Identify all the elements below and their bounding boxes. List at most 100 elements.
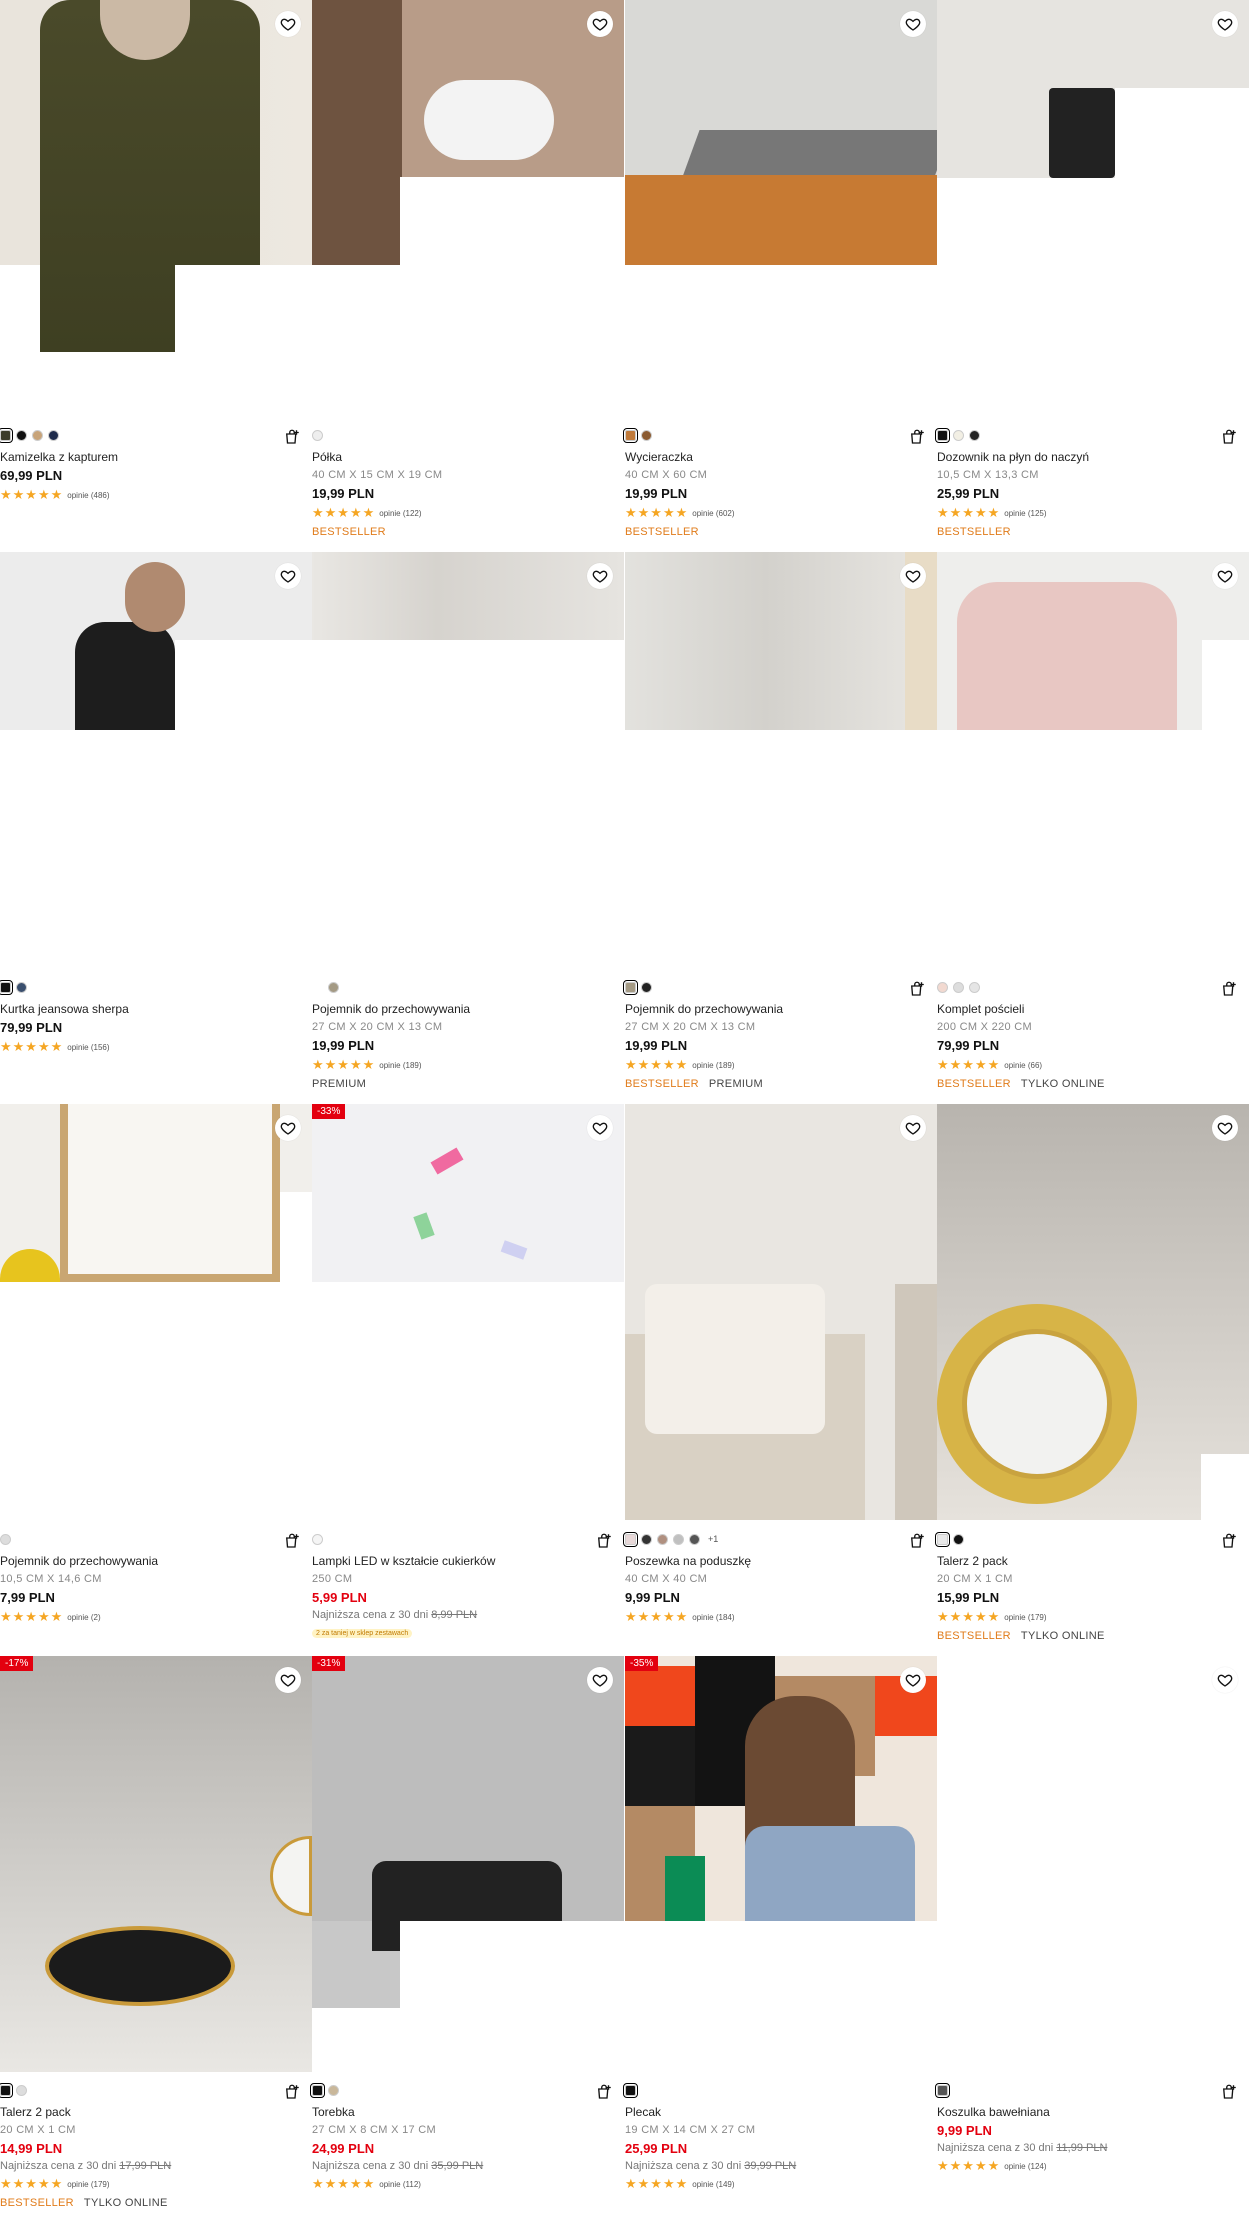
product-name[interactable]: Pojemnik do przechowywania [0,1554,312,1568]
color-swatch[interactable] [935,427,950,443]
color-swatch[interactable] [623,2082,638,2098]
add-to-cart-icon[interactable] [283,1532,301,1550]
product-name[interactable]: Talerz 2 pack [0,2105,312,2119]
review-count[interactable]: opinie (124) [1004,2162,1046,2171]
product-name[interactable]: Kamizelka z kapturem [0,450,312,464]
add-to-cart-icon[interactable] [595,1532,613,1550]
favorite-heart-icon[interactable] [1212,11,1238,37]
product-image[interactable] [312,0,624,265]
product-image[interactable] [312,552,624,640]
review-count[interactable]: opinie (156) [67,1043,109,1052]
favorite-heart-icon[interactable] [1212,1115,1238,1141]
product-image[interactable] [937,1104,1249,1520]
review-count[interactable]: opinie (2) [67,1613,100,1622]
color-swatch[interactable] [673,1533,684,1545]
color-swatch[interactable] [310,2082,325,2098]
favorite-heart-icon[interactable] [900,1115,926,1141]
color-swatch[interactable] [623,1531,638,1547]
color-swatch[interactable] [969,429,980,441]
favorite-heart-icon[interactable] [587,563,613,589]
product-image[interactable] [0,1656,312,2072]
color-swatch[interactable] [0,1533,11,1545]
favorite-heart-icon[interactable] [900,11,926,37]
product-name[interactable]: Talerz 2 pack [937,1554,1249,1568]
color-swatch[interactable] [16,429,27,441]
product-image[interactable] [312,1104,624,1282]
color-swatch[interactable] [641,1533,652,1545]
add-to-cart-icon[interactable] [283,2083,301,2101]
review-count[interactable]: opinie (66) [1004,1061,1042,1070]
favorite-heart-icon[interactable] [275,11,301,37]
add-to-cart-icon[interactable] [908,1532,926,1550]
color-swatch[interactable] [0,979,13,995]
product-name[interactable]: Wycieraczka [625,450,937,464]
color-swatch[interactable] [0,427,13,443]
add-to-cart-icon[interactable] [1220,2083,1238,2101]
review-count[interactable]: opinie (486) [67,491,109,500]
color-swatch[interactable] [0,2082,13,2098]
review-count[interactable]: opinie (184) [692,1613,734,1622]
favorite-heart-icon[interactable] [587,11,613,37]
product-name[interactable]: Półka [312,450,624,464]
review-count[interactable]: opinie (189) [379,1061,421,1070]
color-swatch[interactable] [623,427,638,443]
add-to-cart-icon[interactable] [908,980,926,998]
favorite-heart-icon[interactable] [900,1667,926,1693]
color-swatch[interactable] [953,429,964,441]
add-to-cart-icon[interactable] [283,428,301,446]
product-name[interactable]: Kurtka jeansowa sherpa [0,1002,312,1016]
product-image[interactable] [0,1104,312,1282]
add-to-cart-icon[interactable] [1220,980,1238,998]
product-image[interactable] [625,0,937,265]
color-swatch[interactable] [969,981,980,993]
product-name[interactable]: Koszulka bawełniana [937,2105,1249,2119]
review-count[interactable]: opinie (602) [692,509,734,518]
color-swatch[interactable] [937,981,948,993]
review-count[interactable]: opinie (149) [692,2180,734,2189]
color-swatch[interactable] [312,429,323,441]
product-name[interactable]: Dozownik na płyn do naczyń [937,450,1249,464]
product-name[interactable]: Komplet pościeli [937,1002,1249,1016]
more-colors[interactable]: +1 [708,1534,718,1544]
favorite-heart-icon[interactable] [275,1115,301,1141]
favorite-heart-icon[interactable] [900,563,926,589]
product-name[interactable]: Plecak [625,2105,937,2119]
color-swatch[interactable] [16,981,27,993]
product-image[interactable] [312,1656,624,2008]
color-swatch[interactable] [16,2084,27,2096]
color-swatch[interactable] [328,2084,339,2096]
product-name[interactable]: Poszewka na poduszkę [625,1554,937,1568]
color-swatch[interactable] [657,1533,668,1545]
favorite-heart-icon[interactable] [275,563,301,589]
add-to-cart-icon[interactable] [908,428,926,446]
add-to-cart-icon[interactable] [1220,1532,1238,1550]
color-swatch[interactable] [312,981,323,993]
color-swatch[interactable] [328,981,339,993]
add-to-cart-icon[interactable] [595,2083,613,2101]
color-swatch[interactable] [953,1533,964,1545]
review-count[interactable]: opinie (112) [379,2180,421,2189]
product-image[interactable] [937,0,1249,178]
color-swatch[interactable] [935,1531,950,1547]
review-count[interactable]: opinie (189) [692,1061,734,1070]
product-name[interactable]: Pojemnik do przechowywania [625,1002,937,1016]
review-count[interactable]: opinie (179) [67,2180,109,2189]
product-image[interactable] [0,0,312,352]
product-image[interactable] [625,1104,937,1520]
favorite-heart-icon[interactable] [587,1115,613,1141]
product-image[interactable] [937,552,1249,730]
review-count[interactable]: opinie (179) [1004,1613,1046,1622]
favorite-heart-icon[interactable] [1212,563,1238,589]
color-swatch[interactable] [935,2082,950,2098]
add-to-cart-icon[interactable] [1220,428,1238,446]
favorite-heart-icon[interactable] [587,1667,613,1693]
review-count[interactable]: opinie (122) [379,509,421,518]
favorite-heart-icon[interactable] [275,1667,301,1693]
color-swatch[interactable] [953,981,964,993]
color-swatch[interactable] [689,1533,700,1545]
color-swatch[interactable] [641,981,652,993]
product-name[interactable]: Pojemnik do przechowywania [312,1002,624,1016]
color-swatch[interactable] [641,429,652,441]
product-image[interactable] [625,552,937,730]
color-swatch[interactable] [32,429,43,441]
